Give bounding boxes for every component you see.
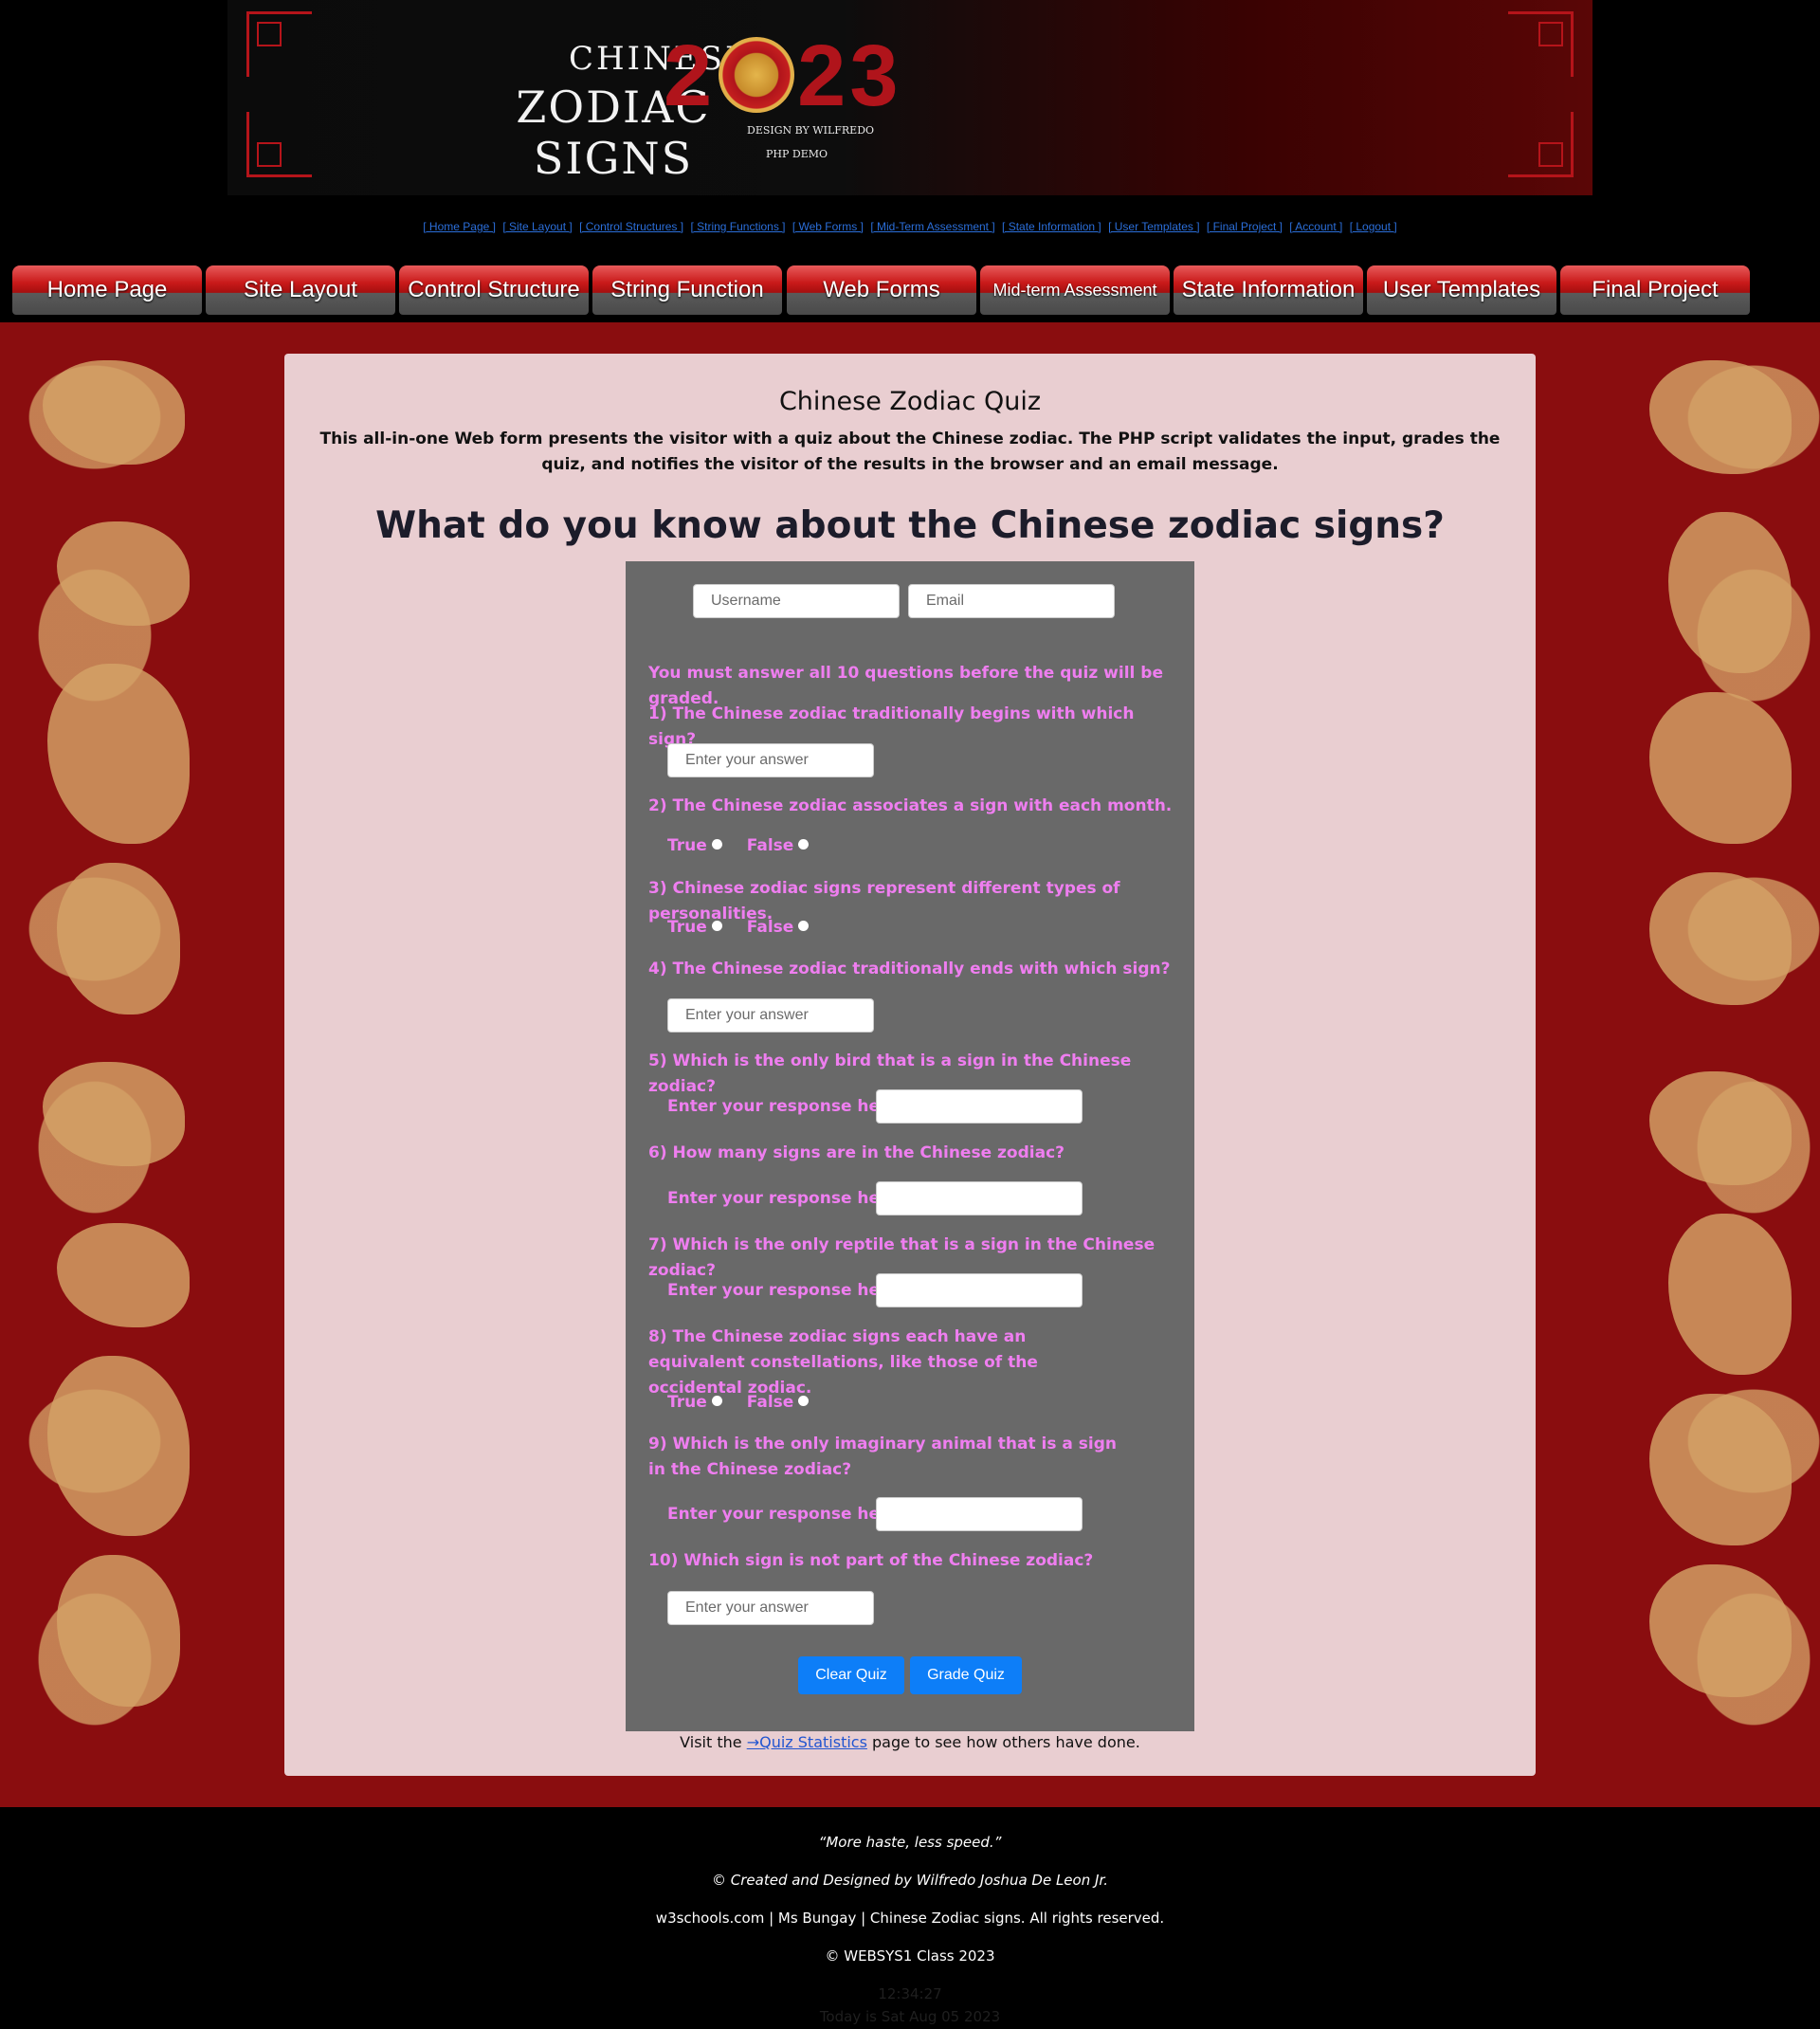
nav-web-forms[interactable]: Web Forms [787, 265, 976, 315]
nav-site-layout[interactable]: Site Layout [206, 265, 395, 315]
arrow-right-icon: → [746, 1733, 760, 1751]
dog-motif-icon [1649, 1564, 1792, 1697]
stats-line: Visit the →Quiz Statistics page to see h… [0, 1733, 1820, 1751]
footer-credit: © Created and Designed by Wilfredo Joshu… [712, 1872, 1108, 1889]
toplink-home[interactable]: [ Home Page ] [423, 220, 496, 233]
nav-string-function[interactable]: String Function [592, 265, 782, 315]
quiz-statistics-link[interactable]: →Quiz Statistics [747, 1733, 867, 1751]
question-2: 2) The Chinese zodiac associates a sign … [648, 796, 1173, 815]
question-8: 8) The Chinese zodiac signs each have an… [648, 1327, 1038, 1398]
rabbit-motif-icon [57, 1223, 190, 1327]
logo-year-left: 2 [664, 27, 717, 124]
horse-motif-icon [47, 664, 190, 844]
intro-text: This all-in-one Web form presents the vi… [319, 430, 1501, 474]
nav-home[interactable]: Home Page [12, 265, 202, 315]
false-radio[interactable] [798, 839, 810, 850]
rooster-motif-icon [57, 1555, 180, 1707]
true-label: True [667, 918, 707, 937]
toplink-final-project[interactable]: [ Final Project ] [1207, 220, 1283, 233]
question-9: 9) Which is the only imaginary animal th… [648, 1435, 1117, 1479]
dog-motif-icon [1649, 872, 1792, 1005]
nav-user-templates[interactable]: User Templates [1367, 265, 1556, 315]
false-label: False [746, 918, 794, 937]
false-label: False [746, 1393, 794, 1412]
goat-motif-icon [1649, 1394, 1792, 1545]
toplink-site-layout[interactable]: [ Site Layout ] [502, 220, 572, 233]
footer-class: © WEBSYS1 Class 2023 [825, 1947, 995, 1965]
toplink-control-structures[interactable]: [ Control Structures ] [579, 220, 683, 233]
nav-control-structure[interactable]: Control Structure [399, 265, 589, 315]
false-label: False [746, 836, 794, 855]
toplink-logout[interactable]: [ Logout ] [1350, 220, 1397, 233]
toplink-string-functions[interactable]: [ String Functions ] [690, 220, 785, 233]
clear-quiz-button[interactable]: Clear Quiz [798, 1656, 904, 1694]
logo-year-right: 23 [797, 27, 902, 124]
true-label: True [667, 1393, 707, 1412]
stats-text-before: Visit the [680, 1733, 747, 1751]
corner-ornament [1508, 11, 1574, 77]
response-5-label: Enter your response here: [667, 1097, 905, 1116]
false-radio[interactable] [798, 921, 810, 931]
goat-motif-icon [1649, 692, 1792, 844]
dragon-motif-icon [1668, 1214, 1792, 1375]
toplink-midterm[interactable]: [ Mid-Term Assessment ] [870, 220, 994, 233]
answer-9-input[interactable] [876, 1497, 1083, 1531]
logo-credit: DESIGN BY WILFREDO [747, 124, 875, 137]
stats-text-after: page to see how others have done. [866, 1733, 1140, 1751]
ox-motif-icon [1649, 360, 1792, 474]
username-input[interactable] [693, 584, 900, 618]
answer-7-input[interactable] [876, 1273, 1083, 1307]
answer-1-input[interactable] [667, 743, 874, 777]
response-7-label: Enter your response here: [667, 1281, 905, 1300]
response-9-label: Enter your response here: [667, 1505, 905, 1524]
toplink-user-templates[interactable]: [ User Templates ] [1108, 220, 1199, 233]
ox-motif-icon [1649, 1071, 1792, 1185]
true-label: True [667, 836, 707, 855]
answer-2-options: True False [667, 836, 833, 855]
response-6-label: Enter your response here: [667, 1189, 905, 1208]
answer-6-input[interactable] [876, 1181, 1083, 1216]
horse-motif-icon [47, 1356, 190, 1536]
nav-state-information[interactable]: State Information [1174, 265, 1363, 315]
toplink-account[interactable]: [ Account ] [1289, 220, 1342, 233]
toplink-state-info[interactable]: [ State Information ] [1002, 220, 1101, 233]
page-title: Chinese Zodiac Quiz [778, 387, 1042, 416]
corner-ornament [246, 11, 312, 77]
answer-4-input[interactable] [667, 998, 874, 1033]
top-links: [ Home Page ] [ Site Layout ] [ Control … [0, 220, 1820, 233]
question-4: 4) The Chinese zodiac traditionally ends… [648, 960, 1171, 978]
rooster-motif-icon [57, 863, 180, 1014]
footer: “More haste, less speed.” © Created and … [0, 1807, 1820, 2029]
footer-date: Today is Sat Aug 05 2023 [819, 2008, 1001, 2025]
corner-ornament [1508, 112, 1574, 177]
answer-10-input[interactable] [667, 1591, 874, 1625]
footer-sources: w3schools.com | Ms Bungay | Chinese Zodi… [655, 1910, 1165, 1927]
footer-clock: 12:34:27 [878, 1985, 942, 2002]
footer-quote: “More haste, less speed.” [818, 1834, 1002, 1851]
logo-year: 2 23 [664, 27, 1138, 126]
toplink-web-forms[interactable]: [ Web Forms ] [792, 220, 864, 233]
question-10: 10) Which sign is not part of the Chines… [648, 1551, 1094, 1570]
true-radio[interactable] [711, 839, 722, 850]
nav-final-project[interactable]: Final Project [1560, 265, 1750, 315]
grade-quiz-button[interactable]: Grade Quiz [910, 1656, 1022, 1694]
answer-5-input[interactable] [876, 1089, 1083, 1124]
email-input[interactable] [908, 584, 1115, 618]
rat-motif-icon [43, 1062, 185, 1166]
quiz-statistics-label: Quiz Statistics [759, 1733, 867, 1751]
answer-3-options: True False [667, 918, 833, 937]
logo-tag: PHP DEMO [766, 148, 828, 160]
question-6: 6) How many signs are in the Chinese zod… [648, 1143, 1065, 1162]
true-radio[interactable] [711, 1396, 722, 1406]
nav-midterm[interactable]: Mid-term Assessment [980, 265, 1170, 315]
false-radio[interactable] [798, 1396, 810, 1406]
answer-8-options: True False [667, 1393, 833, 1412]
rabbit-medallion-icon [719, 37, 795, 113]
true-radio[interactable] [711, 921, 722, 931]
quiz-heading: What do you know about the Chinese zodia… [375, 504, 1445, 547]
corner-ornament [246, 112, 312, 177]
